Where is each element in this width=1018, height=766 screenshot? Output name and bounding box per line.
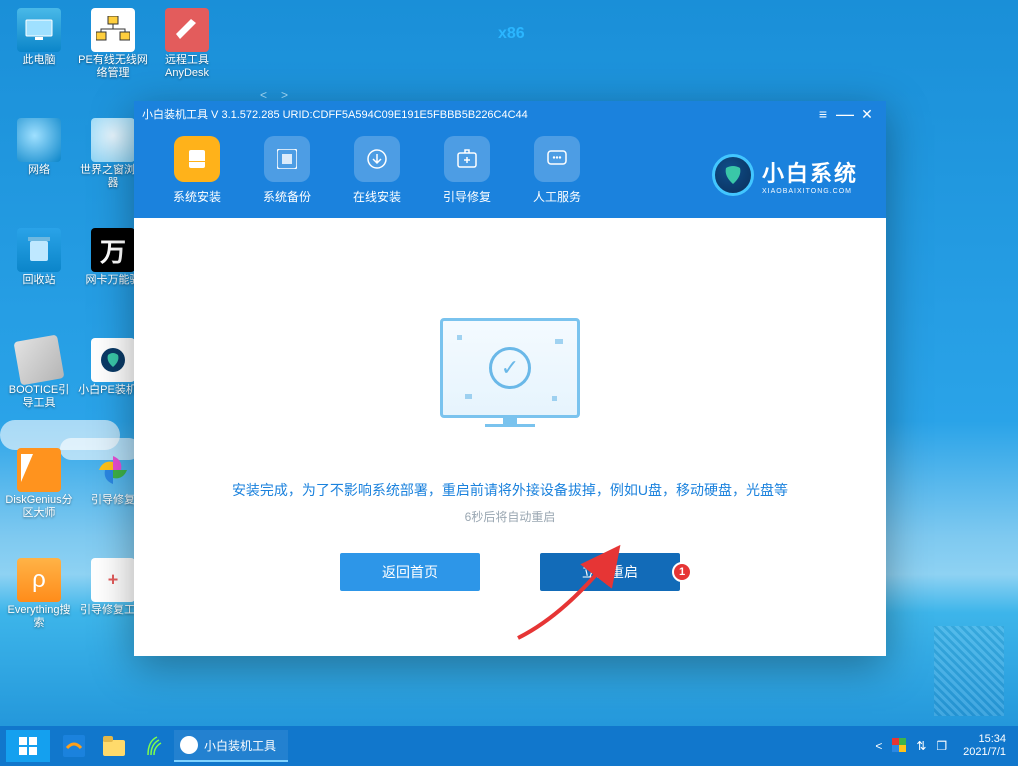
completion-message: 安装完成，为了不影响系统部署，重启前请将外接设备拔掉，例如U盘，移动硬盘，光盘等 <box>232 480 788 500</box>
bin-icon <box>17 228 61 272</box>
backup-icon <box>264 136 310 182</box>
taskbar-clock[interactable]: 15:342021/7/1 <box>957 733 1012 759</box>
tab-backup[interactable]: 系统备份 <box>242 132 332 218</box>
tray-chevron-icon[interactable]: < <box>875 739 882 753</box>
tray-usb-icon[interactable]: ⇅ <box>916 739 926 753</box>
repair-icon <box>444 136 490 182</box>
icon-label: BOOTICE引导工具 <box>4 384 74 410</box>
icon-network[interactable]: 网络 <box>4 118 74 177</box>
globe-icon <box>17 118 61 162</box>
toolbar: 系统安装 系统备份 在线安装 引导修复 人工服务 小白系统XIAOBAIXITO… <box>134 126 886 218</box>
browser-icon <box>91 118 135 162</box>
tab-label: 引导修复 <box>422 188 512 205</box>
content-area: ✓ 安装完成，为了不影响系统部署，重启前请将外接设备拔掉，例如U盘，移动硬盘，光… <box>134 218 886 656</box>
system-tray: < ⇅ ❐ 15:342021/7/1 <box>875 733 1012 759</box>
icon-label: PE有线无线网络管理 <box>78 54 148 80</box>
minimize-button[interactable]: ― <box>834 105 856 123</box>
task-icon <box>180 736 198 754</box>
icon-this-pc[interactable]: 此电脑 <box>4 8 74 67</box>
taskbar-wifi[interactable] <box>134 730 174 762</box>
anydesk-icon <box>165 8 209 52</box>
tab-label: 人工服务 <box>512 188 602 205</box>
tray-display-icon[interactable]: ❐ <box>936 739 947 753</box>
window-title: 小白装机工具 V 3.1.572.285 URID:CDFF5A594C09E1… <box>142 106 528 122</box>
tab-install[interactable]: 系统安装 <box>152 132 242 218</box>
tab-label: 系统备份 <box>242 188 332 205</box>
bootice-icon <box>14 335 65 386</box>
icon-everything[interactable]: ρEverything搜索 <box>4 558 74 630</box>
brand-logo-icon <box>712 154 754 196</box>
restart-now-button[interactable]: 立即重启1 <box>540 553 680 591</box>
brand: 小白系统XIAOBAIXITONG.COM <box>712 132 868 218</box>
tab-support[interactable]: 人工服务 <box>512 132 602 218</box>
icon-bootice[interactable]: BOOTICE引导工具 <box>4 338 74 410</box>
back-home-button[interactable]: 返回首页 <box>340 553 480 591</box>
search-icon: ρ <box>17 558 61 602</box>
brand-title: 小白系统 <box>762 156 858 188</box>
task-label: 小白装机工具 <box>204 737 276 754</box>
diskgenius-icon <box>17 448 61 492</box>
countdown-text: 6秒后将自动重启 <box>465 508 556 525</box>
download-icon <box>354 136 400 182</box>
windows-icon <box>19 737 37 755</box>
chat-icon <box>534 136 580 182</box>
icon-label: 此电脑 <box>4 54 74 67</box>
start-button[interactable] <box>6 730 50 762</box>
taskbar-browser[interactable] <box>54 730 94 762</box>
taskbar-task[interactable]: 小白装机工具 <box>174 730 288 762</box>
watermark <box>934 626 1004 716</box>
icon-label: 网络 <box>4 164 74 177</box>
windmill-icon <box>91 448 135 492</box>
tab-bootfix[interactable]: 引导修复 <box>422 132 512 218</box>
icon-anydesk[interactable]: 远程工具AnyDesk <box>152 8 222 80</box>
icon-diskgenius[interactable]: DiskGenius分区大师 <box>4 448 74 520</box>
lan-icon <box>91 8 135 52</box>
xiaobai-icon <box>91 338 135 382</box>
medkit-icon <box>91 558 135 602</box>
pc-icon <box>17 8 61 52</box>
taskbar: 小白装机工具 < ⇅ ❐ 15:342021/7/1 <box>0 726 1018 766</box>
tab-label: 系统安装 <box>152 188 242 205</box>
icon-label: DiskGenius分区大师 <box>4 494 74 520</box>
icon-recycle-bin[interactable]: 回收站 <box>4 228 74 287</box>
taskbar-explorer[interactable] <box>94 730 134 762</box>
title-bar[interactable]: 小白装机工具 V 3.1.572.285 URID:CDFF5A594C09E1… <box>134 101 886 126</box>
install-icon <box>174 136 220 182</box>
tray-shield-icon[interactable] <box>892 738 906 755</box>
brand-subtitle: XIAOBAIXITONG.COM <box>762 188 858 195</box>
menu-icon[interactable]: ≡ <box>812 107 834 121</box>
tab-label: 在线安装 <box>332 188 422 205</box>
icon-label: Everything搜索 <box>4 604 74 630</box>
icon-label: 远程工具AnyDesk <box>152 54 222 80</box>
success-illustration: ✓ <box>440 318 580 418</box>
close-button[interactable]: ✕ <box>856 107 878 121</box>
tab-online[interactable]: 在线安装 <box>332 132 422 218</box>
callout-badge: 1 <box>672 562 692 582</box>
icon-pe-net[interactable]: PE有线无线网络管理 <box>78 8 148 80</box>
app-window: 小白装机工具 V 3.1.572.285 URID:CDFF5A594C09E1… <box>134 101 886 656</box>
wan-icon: 万 <box>91 228 135 272</box>
icon-label: 回收站 <box>4 274 74 287</box>
